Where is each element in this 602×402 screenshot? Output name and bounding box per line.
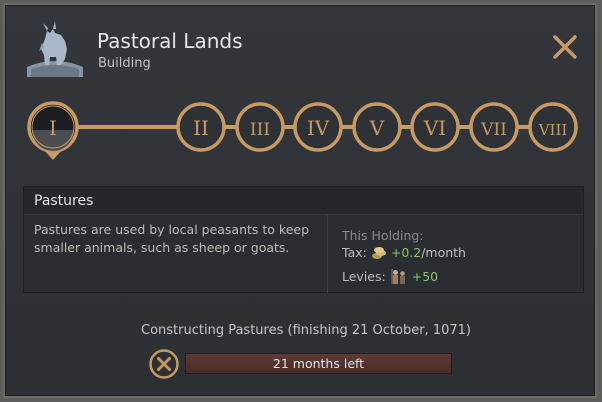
tier-label: V [369,116,385,140]
info-header: Pastures [24,187,583,215]
building-description: Pastures are used by local peasants to k… [34,222,310,255]
tier-label: II [193,116,209,140]
tier-node-selected[interactable]: I [27,101,79,160]
tier-node-V[interactable]: V [352,102,402,152]
tier-label: IV [307,116,330,140]
tax-row: Tax: +0.2/month [342,245,466,260]
close-icon[interactable] [551,33,579,61]
tier-node-II[interactable]: II [176,102,226,152]
building-title: Pastoral Lands [97,29,243,53]
levies-value: +50 [411,268,439,284]
tier-node-IV[interactable]: IV [293,102,343,152]
tier-track: I II III IV V VI VII VIII [27,101,578,160]
building-level-name: Pastures [34,193,94,209]
tax-value: +0.2 [390,245,422,260]
tier-label: VII [480,120,507,140]
tier-node-III[interactable]: III [235,102,285,152]
tier-node-VIII[interactable]: VIII [528,102,578,152]
levies-row: Levies: +50 [342,267,438,285]
time-left-label: 21 months left [272,356,365,371]
gold-coins-icon [371,246,386,259]
cancel-construction-button[interactable] [148,348,180,380]
tax-label: Tax: [342,245,367,260]
tier-node-VII[interactable]: VII [469,102,519,152]
construction-status: Constructing Pastures (finishing 21 Octo… [141,323,471,338]
tier-label: VIII [538,121,568,139]
tier-label: III [250,120,270,140]
holding-label: This Holding: [342,228,424,243]
info-divider [327,214,328,293]
building-window: Pastoral Lands Building I II III IV V VI VII V… [3,3,597,398]
soldiers-icon [391,269,405,284]
tier-label: VI [423,116,446,140]
building-info-box: Pastures Pastures are used by local peas… [23,186,584,293]
building-subtitle: Building [98,56,151,71]
construction-progress-bar: 21 months left [185,353,452,374]
tier-node-VI[interactable]: VI [410,102,460,152]
levies-label: Levies: [342,268,386,284]
goat-emblem-icon [27,21,83,77]
tier-label: I [49,116,57,140]
tax-unit: /month [421,245,466,260]
